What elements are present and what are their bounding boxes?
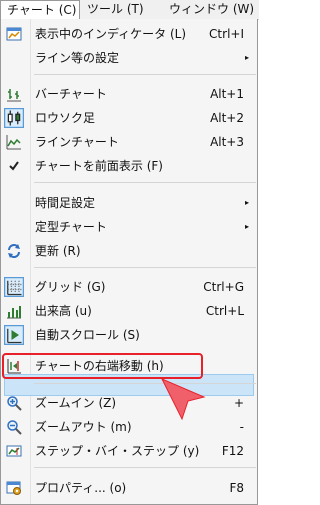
menu-item-shortcut: Ctrl+L (205, 304, 244, 318)
menu-separator (34, 467, 256, 468)
menu-item-zoom-in[interactable]: ズームイン (Z) + (1, 391, 257, 415)
menu-item-label: 出来高 (u) (35, 304, 92, 318)
menu-separator (34, 182, 256, 183)
checkmark-icon (9, 161, 19, 171)
menu-item-line-chart[interactable]: ラインチャート Alt+3 (1, 130, 257, 154)
bar-chart-icon (7, 89, 21, 102)
menu-window[interactable]: ウィンドウ (W) (163, 0, 259, 19)
step-by-step-icon (6, 445, 22, 457)
menu-separator (34, 267, 256, 268)
indicator-list-icon (6, 27, 22, 41)
menu-item-shortcut: F8 (229, 481, 244, 495)
zoom-in-icon (7, 396, 22, 411)
menu-item-label: 定型チャート (35, 220, 107, 234)
menu-item-shortcut: Alt+3 (210, 135, 244, 149)
volume-icon (7, 306, 21, 319)
menu-item-shortcut: - (239, 420, 244, 434)
menu-item-timeframe[interactable]: 時間足設定 ▸ (1, 191, 257, 215)
line-chart-icon (6, 135, 21, 150)
submenu-arrow-icon: ▸ (244, 198, 249, 207)
properties-icon (6, 481, 21, 495)
menu-chart[interactable]: チャート (C) (0, 0, 80, 20)
menu-item-chart-foreground[interactable]: チャートを前面表示 (F) (1, 154, 257, 178)
menu-item-shortcut: Alt+1 (210, 87, 244, 101)
submenu-arrow-icon: ▸ (244, 222, 249, 231)
menu-tools[interactable]: ツール (T) (81, 0, 161, 19)
menu-item-label: ライン等の設定 (35, 51, 120, 65)
menu-bar: チャート (C) ツール (T) ウィンドウ (W) (0, 0, 259, 20)
menu-item-shortcut: Ctrl+I (209, 27, 244, 41)
auto-scroll-icon (4, 325, 24, 345)
menu-item-auto-scroll[interactable]: 自動スクロール (S) (1, 323, 257, 347)
menu-item-label: 自動スクロール (S) (35, 328, 140, 342)
menu-item-volume[interactable]: 出来高 (u) Ctrl+L (1, 299, 257, 323)
menu-item-label: グリッド (G) (35, 280, 106, 294)
menu-separator (34, 383, 256, 384)
zoom-out-icon (7, 420, 22, 435)
menu-item-label: チャートを前面表示 (F) (35, 159, 163, 173)
candlestick-icon (4, 108, 24, 128)
menu-item-line-settings[interactable]: ライン等の設定 ▸ (1, 46, 257, 70)
menu-item-refresh[interactable]: 更新 (R) (1, 239, 257, 263)
menu-item-indicator-list[interactable]: 表示中のインディケータ (L) Ctrl+I (1, 22, 257, 46)
menu-item-label: 表示中のインディケータ (L) (35, 27, 187, 41)
menu-separator (34, 74, 256, 75)
menu-item-label: 更新 (R) (35, 244, 81, 258)
menu-item-label: ラインチャート (35, 135, 119, 149)
menu-item-label: 時間足設定 (35, 196, 96, 210)
menu-item-zoom-out[interactable]: ズームアウト (m) - (1, 415, 257, 439)
submenu-arrow-icon: ▸ (244, 53, 249, 62)
menu-item-label: ズームアウト (m) (35, 420, 132, 434)
menu-item-shortcut: Ctrl+G (203, 280, 244, 294)
menu-item-grid[interactable]: グリッド (G) Ctrl+G (1, 275, 257, 299)
menu-item-bar-chart[interactable]: バーチャート Alt+1 (1, 82, 257, 106)
menu-item-shortcut: Alt+2 (210, 111, 244, 125)
menu-item-label: ズームイン (Z) (35, 396, 117, 410)
grid-icon (4, 277, 24, 297)
menu-item-templates[interactable]: 定型チャート ▸ (1, 215, 257, 239)
chart-dropdown-menu: 表示中のインディケータ (L) Ctrl+I ライン等の設定 ▸ バーチャート … (0, 19, 258, 505)
menu-item-label: プロパティ... (o) (35, 481, 127, 495)
menu-item-candlestick[interactable]: ロウソク足 Alt+2 (1, 106, 257, 130)
refresh-icon (8, 244, 20, 258)
menu-item-shortcut: + (233, 396, 244, 410)
annotation-pointer-arrow (160, 378, 206, 421)
menu-item-step-by-step[interactable]: ステップ・バイ・ステップ (y) F12 (1, 439, 257, 463)
menu-item-label: バーチャート (35, 87, 107, 101)
menu-item-shortcut: F12 (221, 444, 244, 458)
menu-item-properties[interactable]: プロパティ... (o) F8 (1, 476, 257, 500)
menu-item-label: ステップ・バイ・ステップ (y) (35, 444, 200, 458)
menu-item-label: ロウソク足 (35, 111, 96, 125)
